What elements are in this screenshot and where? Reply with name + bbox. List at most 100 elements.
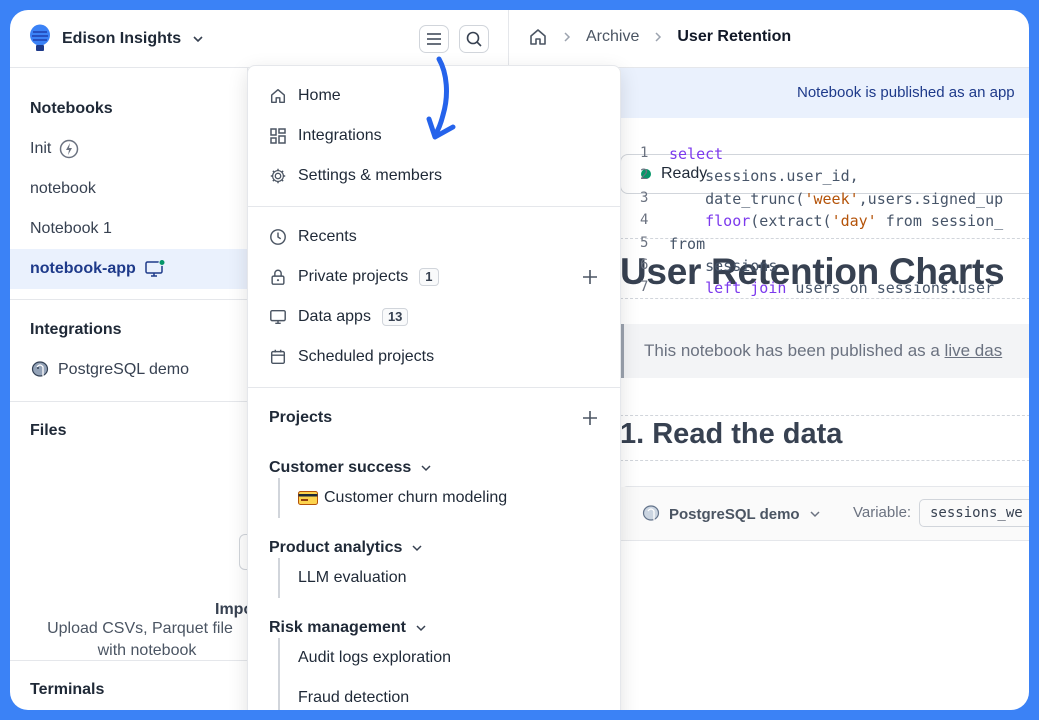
integrations-grid-icon: [270, 128, 286, 144]
quote-text: This notebook has been published as a li…: [644, 341, 1002, 361]
sidebar-item-label: Init: [30, 140, 52, 157]
menu-item-label: Scheduled projects: [298, 348, 435, 365]
breadcrumb-current: User Retention: [677, 28, 792, 45]
sidebar-item-postgresql[interactable]: PostgreSQL demo: [10, 350, 248, 390]
sidebar-item-notebook-app[interactable]: notebook-app: [10, 249, 248, 289]
chevron-down-icon: [810, 511, 820, 518]
project-item-fraud-detection[interactable]: Fraud detection: [278, 678, 620, 710]
project-item-label: Audit logs exploration: [298, 649, 451, 666]
annotation-arrow-icon: [426, 56, 456, 140]
calendar-icon: [270, 349, 286, 365]
files-help-line: Upload CSVs, Parquet file: [47, 620, 233, 637]
monitor-icon: [270, 309, 286, 325]
home-icon[interactable]: [528, 27, 548, 47]
count-badge: 1: [419, 268, 439, 286]
menu-item-settings[interactable]: Settings & members: [248, 156, 620, 196]
files-help-text: Upload CSVs, Parquet file with notebook: [32, 618, 248, 662]
variable-label: Variable:: [853, 504, 912, 521]
notebook-main: Notebook is published as an app Ready Us…: [620, 68, 1029, 710]
postgresql-icon: [642, 505, 660, 521]
project-item-customer-churn[interactable]: Customer churn modeling: [278, 478, 620, 518]
postgresql-icon: [31, 361, 49, 377]
sidebar-divider: [10, 299, 248, 300]
notebooks-heading: Notebooks: [30, 100, 113, 117]
hamburger-icon: [427, 33, 441, 45]
project-item-label: LLM evaluation: [298, 569, 407, 586]
menu-item-label: Recents: [298, 228, 357, 245]
cell-border: [620, 298, 1029, 299]
menu-item-label: Private projects: [298, 268, 409, 285]
project-item-label: Customer churn modeling: [324, 489, 508, 506]
quote-prefix: This notebook has been published as a: [644, 341, 945, 360]
menu-item-recents[interactable]: Recents: [248, 217, 620, 257]
clock-icon: [270, 229, 286, 245]
cell-border: [620, 460, 1029, 461]
section-title: 1. Read the data: [620, 418, 843, 450]
chevron-down-icon: [421, 465, 431, 472]
menu-item-label: Settings & members: [298, 167, 443, 184]
breadcrumb-archive[interactable]: Archive: [586, 28, 639, 46]
variable-name-input[interactable]: sessions_we: [919, 499, 1029, 527]
chevron-right-icon: [655, 32, 662, 42]
menu-item-label: Home: [298, 87, 341, 104]
sql-cell[interactable]: PostgreSQL demo Variable: sessions_we: [620, 486, 1029, 710]
datasource-name: PostgreSQL demo: [669, 505, 800, 523]
sidebar-item-notebook-1[interactable]: Notebook 1: [10, 209, 248, 249]
menu-item-private-projects[interactable]: Private projects 1: [248, 257, 620, 297]
credit-card-icon: [298, 491, 318, 505]
project-item-label: Fraud detection: [298, 689, 410, 706]
files-heading: Files: [30, 422, 67, 439]
add-project-icon[interactable]: [580, 408, 600, 428]
project-item-llm-evaluation[interactable]: LLM evaluation: [278, 558, 620, 598]
datasource-select[interactable]: PostgreSQL demo: [641, 504, 822, 524]
breadcrumb: Archive User Retention: [528, 27, 791, 47]
sidebar-item-init[interactable]: Init: [10, 129, 248, 169]
blockquote: This notebook has been published as a li…: [620, 324, 1029, 378]
gear-icon: [270, 168, 286, 184]
monitor-published-icon: [145, 259, 166, 277]
lightning-icon: [60, 139, 79, 159]
chevron-down-icon: [412, 545, 422, 552]
integrations-heading: Integrations: [30, 321, 122, 338]
project-group-label: Risk management: [269, 619, 406, 636]
sidebar-divider: [10, 660, 248, 661]
live-dashboard-link[interactable]: live das: [945, 341, 1003, 360]
sidebar: Notebooks Init notebook Notebook 1 noteb…: [10, 68, 259, 710]
project-group-product-analytics[interactable]: Product analytics: [269, 539, 424, 557]
project-item-audit-logs[interactable]: Audit logs exploration: [278, 638, 620, 678]
project-group-label: Product analytics: [269, 539, 403, 556]
menu-item-scheduled-projects[interactable]: Scheduled projects: [248, 337, 620, 377]
menu-button[interactable]: [419, 25, 449, 53]
menu-item-label: Integrations: [298, 127, 382, 144]
terminals-heading: Terminals: [30, 681, 105, 698]
sidebar-item-label: notebook-app: [30, 260, 136, 277]
search-icon: [466, 31, 482, 47]
sql-cell-header: PostgreSQL demo Variable: sessions_we: [621, 487, 1029, 541]
menu-divider: [248, 206, 620, 207]
count-badge: 13: [381, 308, 409, 326]
project-group-customer-success[interactable]: Customer success: [269, 459, 433, 477]
sidebar-item-notebook[interactable]: notebook: [10, 169, 248, 209]
project-group-label: Customer success: [269, 459, 412, 476]
topbar-divider: [508, 10, 509, 68]
add-private-project-icon[interactable]: [580, 267, 600, 287]
lock-icon: [271, 269, 285, 285]
menu-item-label: Data apps: [298, 308, 371, 325]
chevron-right-icon: [564, 32, 571, 42]
menu-divider: [248, 387, 620, 388]
chevron-down-icon: [416, 625, 426, 632]
app-window: Edison Insights Archive User Retention N…: [10, 10, 1029, 710]
files-help-line: with notebook: [97, 642, 197, 659]
banner-text: Notebook is published as an app: [797, 84, 1015, 101]
top-bar: Edison Insights Archive User Retention: [10, 10, 1029, 68]
menu-item-data-apps[interactable]: Data apps 13: [248, 297, 620, 337]
search-button[interactable]: [459, 25, 489, 53]
lightbulb-logo-icon: [30, 24, 50, 51]
sidebar-item-label: PostgreSQL demo: [58, 361, 190, 378]
projects-heading-label: Projects: [269, 409, 333, 426]
workspace-switcher[interactable]: Edison Insights: [28, 24, 205, 54]
cell-border: [620, 415, 1029, 416]
sidebar-item-label: Notebook 1: [30, 220, 112, 237]
project-group-risk-management[interactable]: Risk management: [269, 619, 428, 637]
chevron-down-icon: [193, 36, 203, 43]
